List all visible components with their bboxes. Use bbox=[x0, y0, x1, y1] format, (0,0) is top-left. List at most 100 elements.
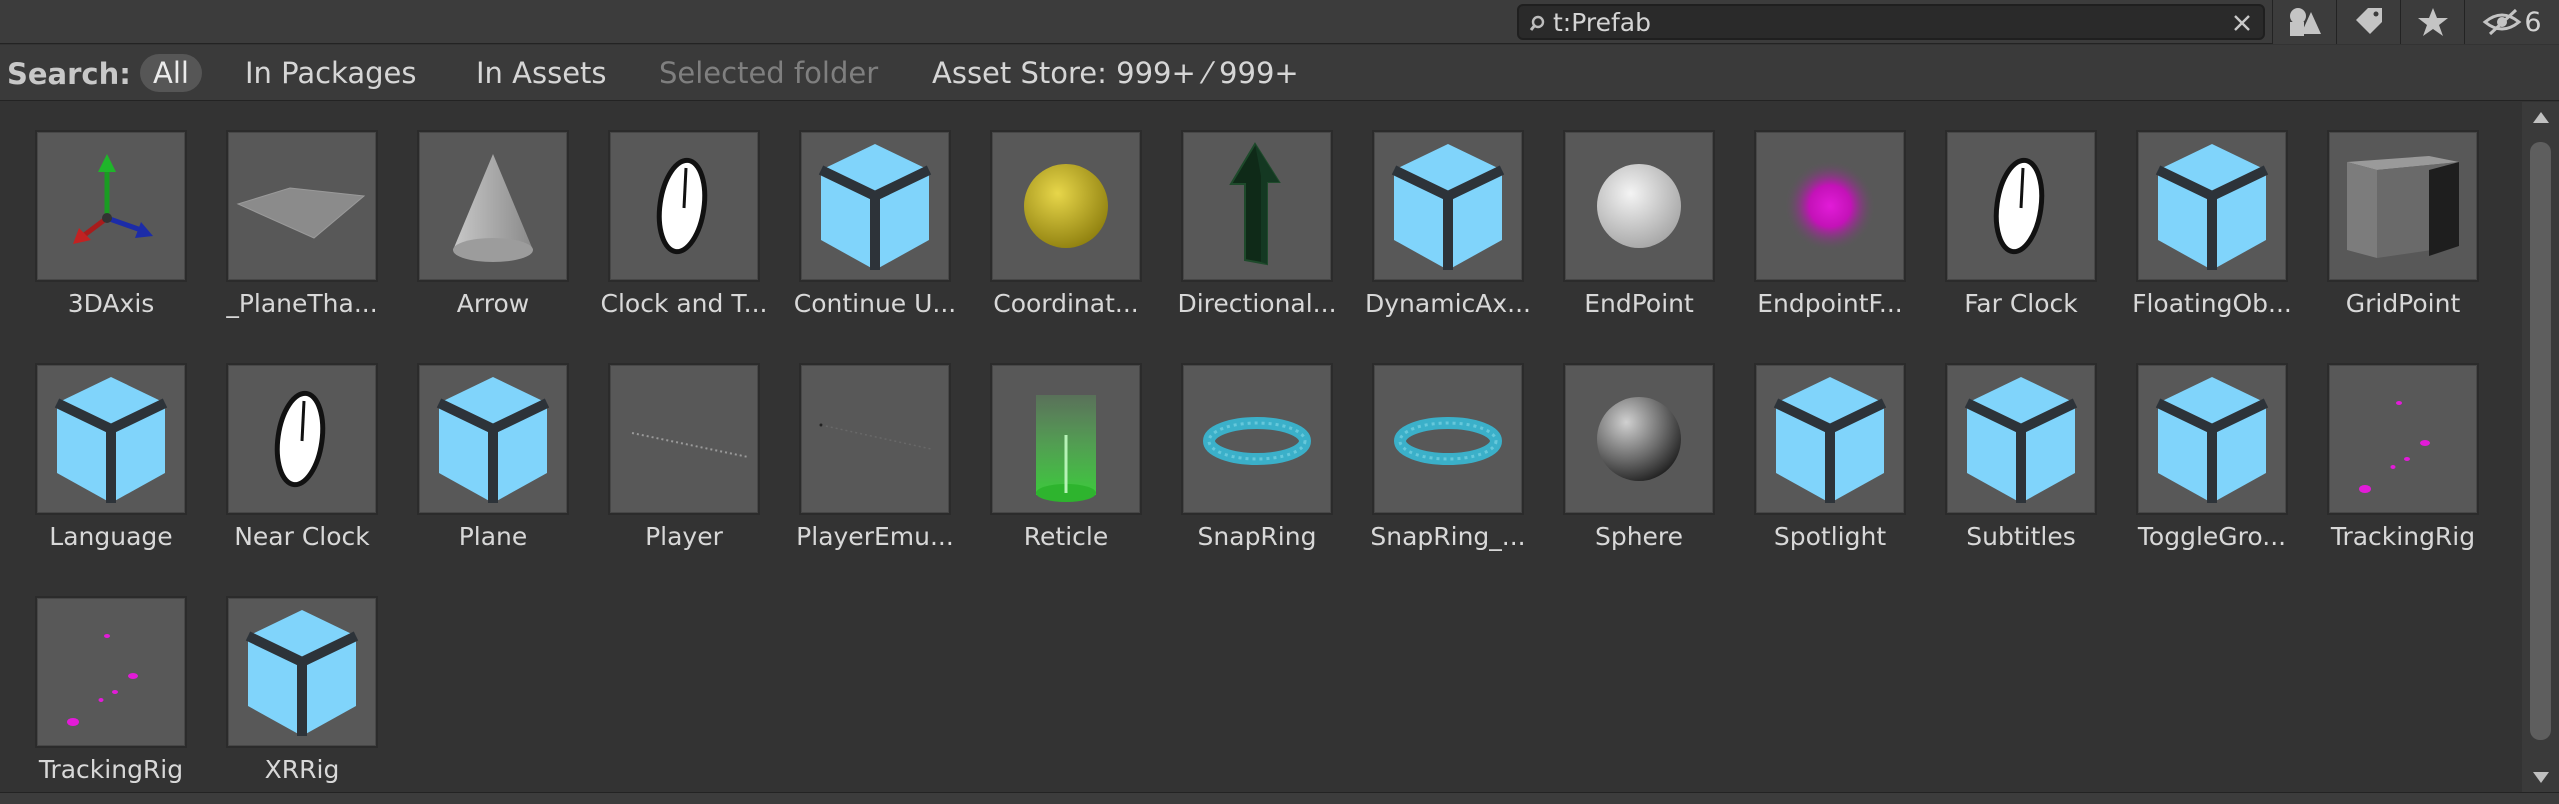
asset-label: Sphere bbox=[1594, 522, 1684, 551]
filter-by-label-button[interactable] bbox=[2336, 0, 2400, 44]
asset-item[interactable]: Continue U... bbox=[764, 102, 956, 334]
asset-item[interactable]: Arrow bbox=[382, 102, 572, 334]
scope-in-packages[interactable]: In Packages bbox=[232, 54, 429, 92]
asset-thumbnail[interactable] bbox=[1945, 363, 2097, 515]
grey-cube-icon bbox=[2347, 156, 2459, 258]
asset-thumbnail[interactable] bbox=[2136, 130, 2288, 282]
asset-thumbnail[interactable] bbox=[1945, 130, 2097, 282]
asset-thumbnail[interactable] bbox=[608, 130, 760, 282]
hidden-packages-count: 6 bbox=[2524, 6, 2542, 38]
faint-line-icon bbox=[819, 423, 932, 450]
scope-asset-store[interactable]: Asset Store: 999+ ⁄ 999+ bbox=[919, 54, 1312, 92]
asset-thumbnail[interactable] bbox=[2327, 363, 2479, 515]
asset-item[interactable]: _PlaneTha... bbox=[191, 102, 381, 334]
asset-label: Directional... bbox=[1177, 289, 1337, 318]
prefab-cube-icon bbox=[436, 377, 550, 503]
search-icon bbox=[1529, 15, 1545, 31]
asset-thumbnail[interactable] bbox=[226, 130, 378, 282]
asset-item[interactable]: EndPoint bbox=[1528, 102, 1718, 334]
asset-item[interactable]: TrackingRig bbox=[2292, 335, 2482, 567]
yellow-sphere-icon bbox=[1024, 164, 1108, 248]
asset-item[interactable]: Coordinat... bbox=[955, 102, 1145, 334]
prefab-cube-icon bbox=[1391, 144, 1505, 270]
plane-icon bbox=[236, 187, 366, 239]
green-arrow-icon bbox=[1229, 142, 1281, 266]
asset-item[interactable]: SnapRing_... bbox=[1337, 335, 1527, 567]
asset-label: Player bbox=[645, 522, 723, 551]
asset-thumbnail[interactable] bbox=[417, 130, 569, 282]
asset-item[interactable]: TrackingRig bbox=[0, 568, 190, 792]
asset-item[interactable]: XRRig bbox=[191, 568, 381, 792]
asset-label: Language bbox=[49, 522, 173, 551]
scrollbar-thumb[interactable] bbox=[2530, 142, 2551, 740]
asset-item[interactable]: Far Clock bbox=[1910, 102, 2100, 334]
asset-label: EndpointF... bbox=[1757, 289, 1903, 318]
filter-by-type-button[interactable] bbox=[2272, 0, 2336, 44]
asset-item[interactable]: 3DAxis bbox=[0, 102, 190, 334]
asset-thumbnail[interactable] bbox=[1754, 363, 1906, 515]
search-input[interactable] bbox=[1553, 8, 2213, 36]
asset-label: SnapRing bbox=[1197, 522, 1317, 551]
asset-item[interactable]: EndpointF... bbox=[1719, 102, 1909, 334]
scroll-down-icon[interactable] bbox=[2533, 772, 2549, 783]
asset-thumbnail[interactable] bbox=[1372, 130, 1524, 282]
asset-item[interactable]: Clock and T... bbox=[573, 102, 768, 334]
asset-thumbnail[interactable] bbox=[2327, 130, 2479, 282]
asset-label: _PlaneTha... bbox=[226, 289, 378, 318]
asset-thumbnail[interactable] bbox=[1563, 363, 1715, 515]
asset-thumbnail[interactable] bbox=[35, 363, 187, 515]
asset-item[interactable]: ToggleGro... bbox=[2101, 335, 2291, 567]
favorite-star-icon bbox=[2417, 8, 2448, 36]
green-beam-icon bbox=[1036, 395, 1096, 502]
asset-thumbnail[interactable] bbox=[1181, 363, 1333, 515]
asset-item[interactable]: Near Clock bbox=[191, 335, 381, 567]
asset-item[interactable]: SnapRing bbox=[1146, 335, 1336, 567]
asset-thumbnail[interactable] bbox=[1563, 130, 1715, 282]
asset-item[interactable]: Plane bbox=[382, 335, 572, 567]
asset-item[interactable]: PlayerEmu... bbox=[764, 335, 954, 567]
asset-thumbnail[interactable] bbox=[1754, 130, 1906, 282]
asset-label: Near Clock bbox=[234, 522, 370, 551]
asset-thumbnail[interactable] bbox=[799, 130, 951, 282]
asset-label: Arrow bbox=[456, 289, 530, 318]
asset-thumbnail[interactable] bbox=[35, 596, 187, 748]
cone-icon bbox=[453, 154, 533, 262]
asset-thumbnail[interactable] bbox=[608, 363, 760, 515]
asset-thumbnail[interactable] bbox=[417, 363, 569, 515]
favorites-button[interactable] bbox=[2400, 0, 2464, 44]
asset-thumbnail[interactable] bbox=[799, 363, 951, 515]
asset-item[interactable]: Reticle bbox=[955, 335, 1145, 567]
asset-item[interactable]: Player bbox=[573, 335, 763, 567]
asset-thumbnail[interactable] bbox=[2136, 363, 2288, 515]
asset-item[interactable]: Sphere bbox=[1528, 335, 1718, 567]
asset-item[interactable]: Spotlight bbox=[1719, 335, 1909, 567]
asset-thumbnail[interactable] bbox=[226, 596, 378, 748]
asset-thumbnail[interactable] bbox=[226, 363, 378, 515]
asset-item[interactable]: FloatingOb... bbox=[2101, 102, 2292, 334]
asset-thumbnail[interactable] bbox=[990, 363, 1142, 515]
vertical-scrollbar[interactable] bbox=[2522, 102, 2559, 792]
white-sphere-icon bbox=[1597, 164, 1681, 248]
hidden-packages-button[interactable]: 6 bbox=[2464, 0, 2559, 44]
asset-label: Far Clock bbox=[1964, 289, 2078, 318]
search-field[interactable] bbox=[1517, 4, 2265, 40]
asset-label: GridPoint bbox=[2345, 289, 2461, 318]
scope-in-assets[interactable]: In Assets bbox=[463, 54, 620, 92]
asset-thumbnail[interactable] bbox=[1181, 130, 1333, 282]
asset-thumbnail[interactable] bbox=[990, 130, 1142, 282]
asset-label: PlayerEmu... bbox=[796, 522, 954, 551]
asset-label: XRRig bbox=[264, 755, 340, 784]
clear-search-icon[interactable] bbox=[2231, 12, 2253, 34]
asset-item[interactable]: Language bbox=[0, 335, 190, 567]
asset-item[interactable]: DynamicAx... bbox=[1337, 102, 1531, 334]
asset-item[interactable]: Directional... bbox=[1146, 102, 1337, 334]
asset-thumbnail[interactable] bbox=[1372, 363, 1524, 515]
asset-item[interactable]: Subtitles bbox=[1910, 335, 2100, 567]
asset-thumbnail[interactable] bbox=[35, 130, 187, 282]
asset-item[interactable]: GridPoint bbox=[2292, 102, 2482, 334]
search-scope-bar: Search: All In Packages In Assets Select… bbox=[0, 45, 2559, 101]
asset-label: Plane bbox=[458, 522, 528, 551]
prefab-cube-icon bbox=[1964, 377, 2078, 503]
scroll-up-icon[interactable] bbox=[2533, 112, 2549, 123]
scope-all[interactable]: All bbox=[140, 54, 202, 92]
